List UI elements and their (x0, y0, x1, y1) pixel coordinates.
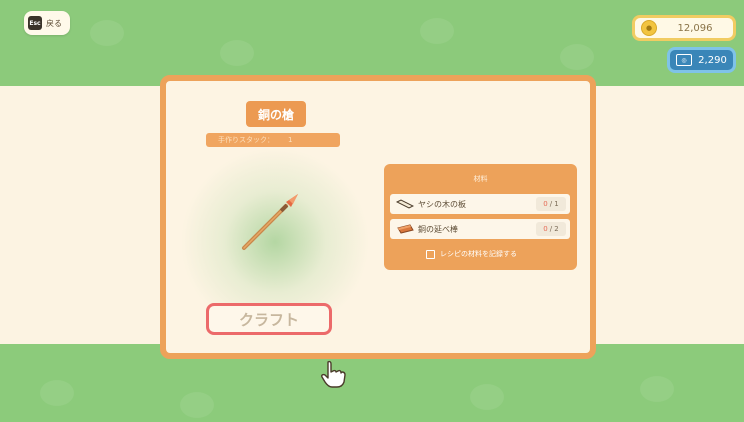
material-count: 0 / 2 (536, 222, 566, 236)
materials-box: 材料 ヤシの木の板 0 / 1 銅の延べ棒 0 / 2 レシピの材料を記録する (384, 164, 577, 270)
bells-counter: ● 12,096 (632, 15, 736, 41)
material-have: 0 (543, 200, 548, 208)
bell-coin-icon: ● (641, 20, 657, 36)
item-title: 銅の槍 (246, 101, 306, 127)
craft-button[interactable]: クラフト (206, 303, 332, 335)
material-have: 0 (543, 225, 548, 233)
record-checkbox[interactable] (426, 249, 435, 259)
bg-pattern-mark (40, 380, 74, 406)
bg-pattern-mark (560, 44, 594, 70)
bg-pattern-mark (180, 392, 214, 418)
bg-pattern-mark (470, 384, 504, 410)
bg-pattern-mark (90, 20, 124, 46)
stack-label: 手作りスタック： (218, 136, 274, 144)
copper-ingot-icon (397, 224, 414, 234)
miles-counter: ◎ 2,290 (667, 47, 736, 73)
bg-pattern-mark (220, 40, 254, 66)
back-button[interactable]: Esc 戻る (24, 11, 70, 35)
esc-key-icon: Esc (28, 16, 42, 30)
material-row: ヤシの木の板 0 / 1 (390, 194, 570, 214)
record-label: レシピの材料を記録する (440, 250, 517, 258)
miles-value: 2,290 (698, 54, 727, 66)
crafting-panel: 銅の槍 手作りスタック： 1 クラフト 材料 ヤシの木の板 0 / 1 銅の延べ… (160, 75, 596, 359)
material-row: 銅の延べ棒 0 / 2 (390, 219, 570, 239)
stack-info: 手作りスタック： 1 (206, 133, 340, 147)
nook-miles-ticket-icon: ◎ (676, 54, 692, 66)
bg-pattern-mark (640, 376, 674, 402)
material-need: / 1 (549, 200, 559, 208)
material-count: 0 / 1 (536, 197, 566, 211)
materials-header: 材料 (473, 175, 488, 183)
bg-pattern-mark (420, 18, 454, 44)
material-name: ヤシの木の板 (418, 199, 466, 209)
material-name: 銅の延べ棒 (418, 224, 458, 234)
copper-spear-icon (242, 194, 298, 250)
palm-wood-plank-icon (396, 199, 414, 209)
record-recipe-toggle[interactable]: レシピの材料を記録する (426, 249, 517, 259)
bells-value: 12,096 (677, 22, 713, 34)
back-label: 戻る (46, 18, 62, 28)
stack-count: 1 (288, 136, 293, 144)
hand-cursor-icon (321, 360, 346, 388)
material-need: / 2 (549, 225, 559, 233)
